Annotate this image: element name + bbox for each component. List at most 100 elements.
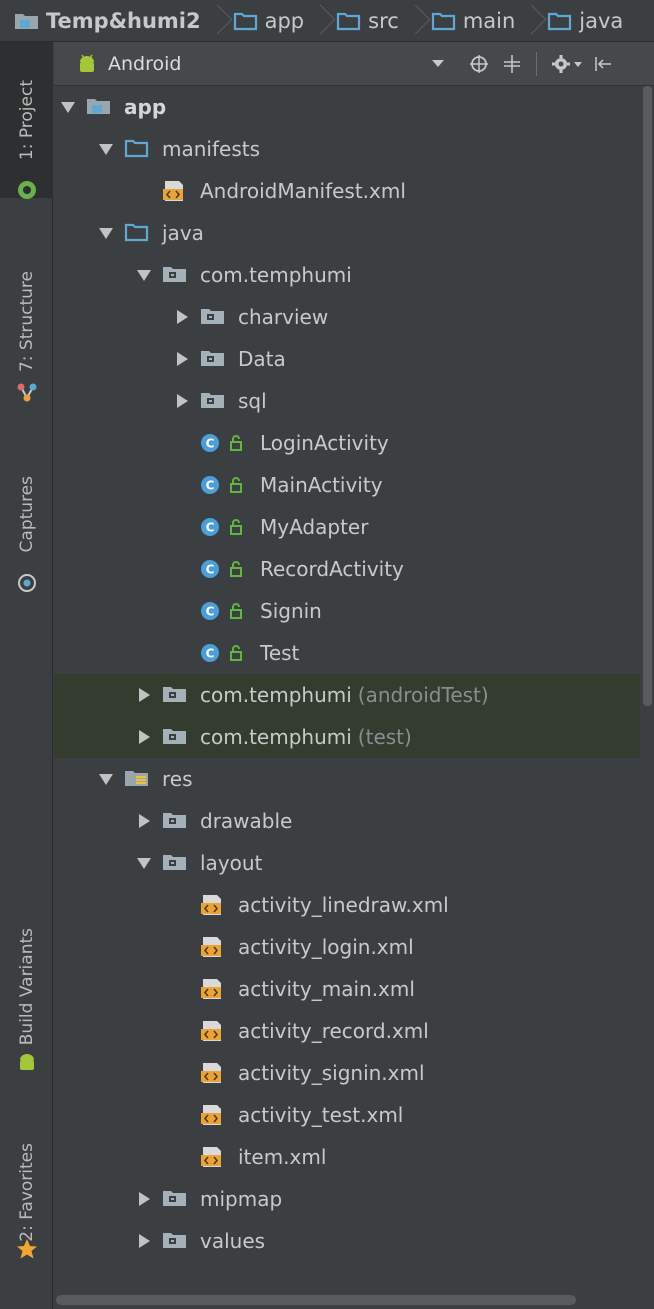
horizontal-scrollbar-thumb[interactable] (56, 1295, 576, 1305)
tree-node[interactable]: item.xml (54, 1136, 640, 1178)
tree-node-label: activity_login.xml (238, 935, 414, 959)
expand-arrow-open-icon[interactable] (98, 771, 114, 787)
gear-icon[interactable] (550, 53, 572, 75)
tab-build-variants[interactable]: Build Variants (0, 897, 53, 1077)
horizontal-scrollbar[interactable] (54, 1290, 641, 1309)
tree-node-label: drawable (200, 809, 293, 833)
expand-arrow-closed-icon[interactable] (136, 813, 152, 829)
breadcrumb-item[interactable]: java (547, 0, 633, 41)
tree-node[interactable]: com.temphumi (54, 254, 640, 296)
tab-project[interactable]: 1: Project (0, 42, 53, 198)
tree-node[interactable]: activity_test.xml (54, 1094, 640, 1136)
scroll-from-source-icon[interactable] (468, 53, 490, 75)
breadcrumb-item[interactable]: app (233, 0, 315, 41)
tree-node[interactable]: res (54, 758, 640, 800)
tree-node-label: Data (238, 347, 286, 371)
tree-node[interactable]: C MainActivity (54, 464, 640, 506)
class-icon: C (200, 516, 242, 536)
tree-node[interactable]: sql (54, 380, 640, 422)
vertical-scrollbar-thumb[interactable] (643, 86, 652, 706)
tree-node-label: Test (260, 641, 300, 665)
expand-arrow-closed-icon[interactable] (136, 729, 152, 745)
tree-node[interactable]: app (54, 86, 640, 128)
package-icon (162, 1188, 188, 1208)
class-icon: C (200, 642, 242, 662)
tree-node[interactable]: activity_linedraw.xml (54, 884, 640, 926)
expand-arrow-open-icon[interactable] (136, 267, 152, 283)
expand-arrow-open-icon[interactable] (136, 855, 152, 871)
tree-node[interactable]: drawable (54, 800, 640, 842)
svg-text:C: C (206, 605, 215, 619)
package-icon (200, 306, 226, 326)
tab-favorites-label: 2: Favorites (16, 1142, 37, 1242)
expand-arrow-closed-icon[interactable] (174, 393, 190, 409)
module-folder-icon (14, 11, 40, 31)
tree-node[interactable]: com.temphumi (androidTest) (54, 674, 640, 716)
tree-node[interactable]: mipmap (54, 1178, 640, 1220)
collapse-all-icon[interactable] (501, 53, 523, 75)
tree-node[interactable]: C Signin (54, 590, 640, 632)
tree-node[interactable]: activity_record.xml (54, 1010, 640, 1052)
captures-icon (18, 574, 36, 592)
tree-node[interactable]: com.temphumi (test) (54, 716, 640, 758)
xml-file-icon (200, 1104, 226, 1125)
breadcrumb-label: src (368, 8, 399, 33)
gear-dropdown-icon[interactable] (574, 62, 582, 67)
tree-node[interactable]: C LoginActivity (54, 422, 640, 464)
tree-node[interactable]: java (54, 212, 640, 254)
tree-node[interactable]: AndroidManifest.xml (54, 170, 640, 212)
xml-file-icon (200, 936, 226, 957)
tree-node-label: app (124, 95, 167, 119)
view-mode-selector[interactable]: Android (108, 53, 181, 75)
navigation-breadcrumb: Temp&humi2 app src main java (0, 0, 654, 42)
breadcrumb-separator (525, 0, 539, 41)
tree-node-label: item.xml (238, 1145, 327, 1169)
breadcrumb-item[interactable]: src (336, 0, 409, 41)
expand-arrow-closed-icon[interactable] (174, 309, 190, 325)
xml-file-icon (200, 1020, 226, 1041)
vertical-scrollbar[interactable] (641, 86, 654, 1288)
tree-node[interactable]: activity_login.xml (54, 926, 640, 968)
class-icon: C (200, 432, 242, 452)
tree-node[interactable]: C MyAdapter (54, 506, 640, 548)
tree-node[interactable]: activity_signin.xml (54, 1052, 640, 1094)
breadcrumb-item[interactable]: Temp&humi2 (14, 0, 211, 41)
hide-panel-icon[interactable] (592, 53, 614, 75)
tree-node[interactable]: C Test (54, 632, 640, 674)
tree-node-label: activity_linedraw.xml (238, 893, 449, 917)
tool-window-strip: 1: Project 7: Structure Captures Build V… (0, 42, 53, 1309)
tree-node[interactable]: manifests (54, 128, 640, 170)
expand-arrow-open-icon[interactable] (60, 99, 76, 115)
tree-node-label: com.temphumi (androidTest) (200, 683, 489, 707)
tree-node-label: sql (238, 389, 267, 413)
expand-arrow-closed-icon[interactable] (174, 351, 190, 367)
breadcrumb-label: main (462, 8, 516, 33)
expand-arrow-open-icon[interactable] (98, 141, 114, 157)
tree-node-label: activity_test.xml (238, 1103, 404, 1127)
tab-captures-label: Captures (16, 475, 37, 553)
tree-node[interactable]: charview (54, 296, 640, 338)
project-panel-header: Android (54, 42, 654, 86)
tree-node[interactable]: activity_main.xml (54, 968, 640, 1010)
breadcrumb-item[interactable]: main (431, 0, 525, 41)
expand-arrow-open-icon[interactable] (98, 225, 114, 241)
breadcrumb-label: Temp&humi2 (46, 8, 201, 33)
tree-node-label: com.temphumi (200, 263, 352, 287)
tree-node[interactable]: C RecordActivity (54, 548, 640, 590)
chevron-down-icon[interactable] (432, 60, 444, 67)
xml-file-icon (200, 894, 226, 915)
tree-node[interactable]: Data (54, 338, 640, 380)
tab-captures[interactable]: Captures (0, 434, 53, 594)
expand-arrow-closed-icon[interactable] (136, 687, 152, 703)
tree-node-label: com.temphumi (test) (200, 725, 412, 749)
expand-arrow-closed-icon[interactable] (136, 1191, 152, 1207)
toolbar-divider (536, 52, 537, 76)
expand-arrow-closed-icon[interactable] (136, 1233, 152, 1249)
breadcrumb-separator (409, 0, 423, 41)
tree-node[interactable]: values (54, 1220, 640, 1262)
android-robot-icon (18, 181, 36, 199)
tree-node[interactable]: layout (54, 842, 640, 884)
tab-structure-label: 7: Structure (16, 271, 37, 373)
android-icon (80, 54, 94, 72)
tree-node-label: res (162, 767, 193, 791)
